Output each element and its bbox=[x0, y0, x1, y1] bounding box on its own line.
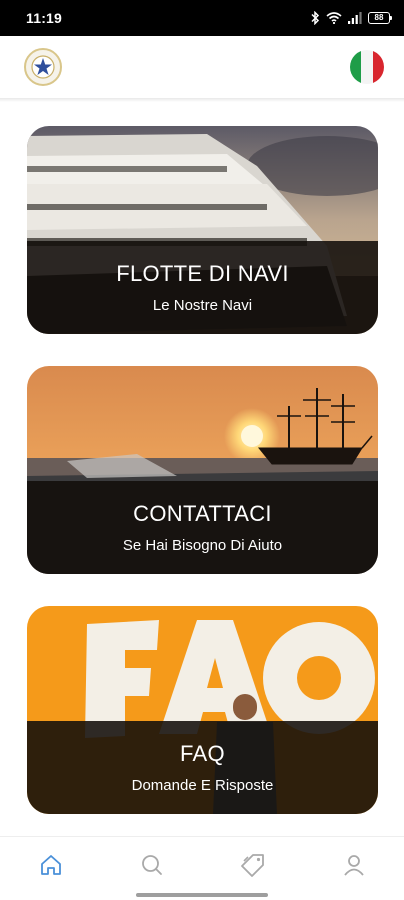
status-bar: 11:19 88 bbox=[0, 0, 404, 36]
faq-card-overlay: FAQ Domande E Risposte bbox=[27, 721, 378, 814]
nav-tags[interactable] bbox=[202, 837, 303, 900]
contact-card[interactable]: CONTATTACI Se Hai Bisogno Di Aiuto bbox=[27, 366, 378, 574]
bluetooth-icon bbox=[311, 11, 320, 25]
faq-card[interactable]: FAQ Domande E Risposte bbox=[27, 606, 378, 814]
fleet-card-subtitle: Le Nostre Navi bbox=[152, 297, 253, 314]
fleet-card-title: FLOTTE DI NAVI bbox=[116, 261, 289, 286]
fleet-card[interactable]: FLOTTE DI NAVI Le Nostre Navi bbox=[27, 126, 378, 334]
nav-search[interactable] bbox=[101, 837, 202, 900]
user-icon bbox=[343, 854, 364, 876]
faq-card-title: FAQ bbox=[180, 741, 225, 766]
star-emblem-icon[interactable] bbox=[24, 48, 62, 86]
contact-card-subtitle: Se Hai Bisogno Di Aiuto bbox=[122, 537, 283, 554]
nav-profile[interactable] bbox=[303, 837, 404, 900]
contact-card-title: CONTATTACI bbox=[133, 501, 272, 526]
signal-icon bbox=[348, 12, 362, 24]
fleet-card-overlay: FLOTTE DI NAVI Le Nostre Navi bbox=[27, 241, 378, 334]
battery-level: 88 bbox=[374, 13, 384, 22]
nav-home[interactable] bbox=[0, 837, 101, 900]
battery-icon: 88 bbox=[368, 12, 392, 24]
tag-icon bbox=[240, 853, 264, 877]
bottom-nav bbox=[0, 836, 404, 900]
home-indicator[interactable] bbox=[136, 893, 268, 897]
contact-card-overlay: CONTATTACI Se Hai Bisogno Di Aiuto bbox=[27, 481, 378, 574]
wifi-icon bbox=[326, 12, 342, 24]
search-icon bbox=[141, 854, 162, 875]
app-header bbox=[0, 36, 404, 98]
status-time: 11:19 bbox=[26, 10, 63, 26]
status-icons: 88 bbox=[310, 11, 392, 25]
faq-card-subtitle: Domande E Risposte bbox=[131, 777, 274, 794]
header-divider bbox=[0, 98, 404, 102]
italian-flag-icon[interactable] bbox=[350, 50, 384, 84]
home-icon bbox=[40, 854, 61, 875]
